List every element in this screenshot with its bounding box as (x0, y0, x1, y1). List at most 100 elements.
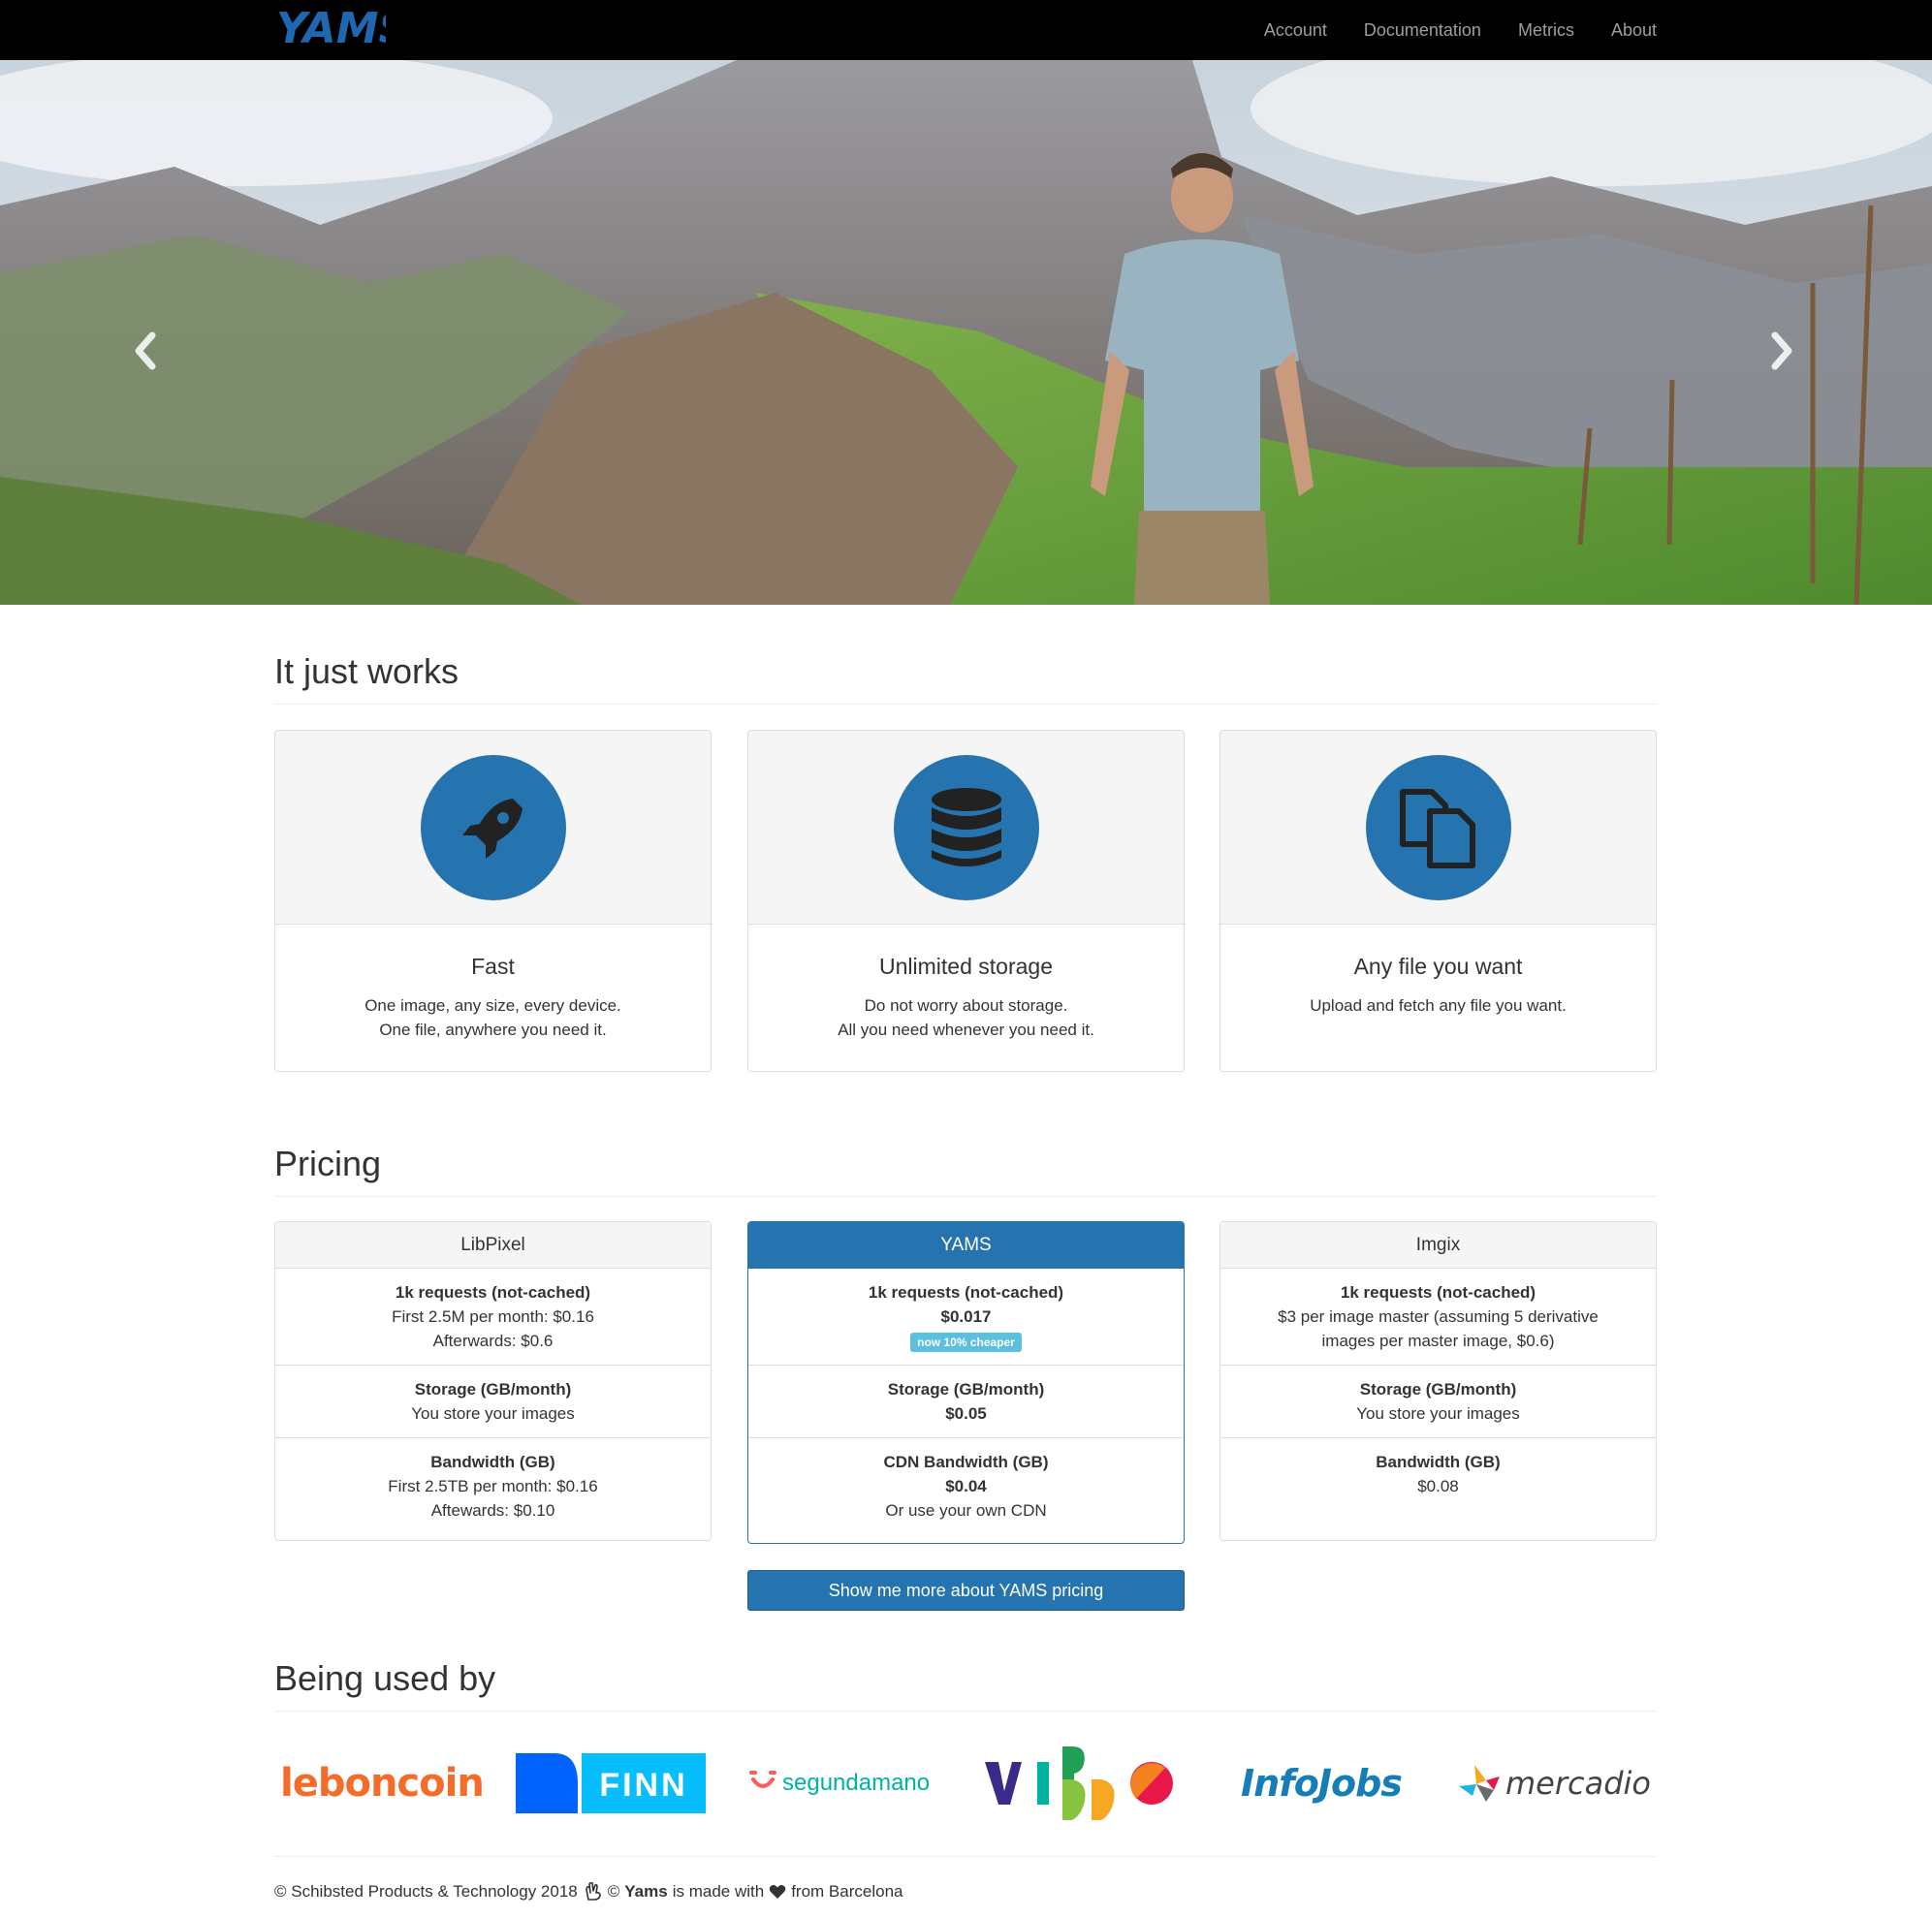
requests-label: 1k requests (not-cached) (868, 1283, 1064, 1302)
bandwidth-label: CDN Bandwidth (GB) (883, 1453, 1049, 1471)
chevron-left-icon (135, 331, 156, 370)
rocket-icon (461, 798, 523, 859)
feature-line1: Upload and fetch any file you want. (1310, 996, 1567, 1015)
pricing-card-title: LibPixel (275, 1222, 711, 1269)
storage-label: Storage (GB/month) (887, 1380, 1045, 1399)
storage-value: $0.05 (945, 1404, 987, 1423)
carousel-prev-button[interactable] (126, 322, 165, 380)
footer-made-with: is made with (672, 1882, 765, 1901)
footer-brand: Yams (624, 1882, 668, 1901)
feature-icon-area (275, 731, 711, 925)
footer-copyright: © Schibsted Products & Technology 2018 (274, 1882, 578, 1901)
feature-icon-area (1220, 731, 1656, 925)
requests-label: 1k requests (not-cached) (1340, 1283, 1536, 1302)
feature-description: Upload and fetch any file you want. (1220, 993, 1656, 1018)
feature-icon-area (748, 731, 1184, 925)
footer-copyright-symbol: © (607, 1882, 620, 1901)
feature-line2: One file, anywhere you need it. (379, 1021, 607, 1039)
pricing-bandwidth-row: CDN Bandwidth (GB) $0.04 Or use your own… (748, 1438, 1184, 1534)
nav-links: Account Documentation Metrics About (1227, 0, 1657, 60)
pricing-bandwidth-row: Bandwidth (GB) First 2.5TB per month: $0… (275, 1438, 711, 1534)
hero-carousel (0, 60, 1932, 605)
client-logos: leboncoin FINN segundamano InfoJobs merc… (274, 1745, 1656, 1822)
feature-line1: Do not worry about storage. (864, 996, 1068, 1015)
requests-label: 1k requests (not-cached) (395, 1283, 591, 1302)
requests-line2: Afterwards: $0.6 (432, 1332, 554, 1350)
discount-badge: now 10% cheaper (910, 1333, 1022, 1352)
bandwidth-note: Or use your own CDN (885, 1501, 1047, 1520)
feature-title: Any file you want (1353, 954, 1523, 979)
storage-value: You store your images (1356, 1404, 1520, 1423)
storage-value: You store your images (411, 1404, 575, 1423)
feature-icon-circle (1365, 754, 1511, 900)
footer-divider (274, 1856, 1656, 1857)
nav-account-link[interactable]: Account (1264, 20, 1327, 41)
chevron-right-icon (1771, 331, 1792, 370)
feature-title: Unlimited storage (879, 954, 1053, 979)
segundamano-logo-mark: segundamano (749, 1770, 930, 1796)
pricing-card-title: Imgix (1220, 1222, 1656, 1269)
bandwidth-line1: First 2.5TB per month: $0.16 (388, 1477, 598, 1495)
bandwidth-line2: Aftewards: $0.10 (430, 1501, 555, 1520)
brand-logo[interactable]: YAMS (274, 0, 409, 56)
pricing-storage-row: Storage (GB/month) $0.05 (748, 1366, 1184, 1438)
heart-icon (769, 1885, 786, 1899)
segundamano-logo-text: segundamano (782, 1770, 930, 1796)
nav-documentation-link[interactable]: Documentation (1364, 20, 1481, 41)
requests-line1: First 2.5M per month: $0.16 (392, 1307, 594, 1326)
feature-card-files: Any file you want Upload and fetch any f… (1219, 730, 1657, 1072)
storage-label: Storage (GB/month) (414, 1380, 572, 1399)
feature-icon-circle (893, 754, 1039, 900)
pricing-card-libpixel: LibPixel 1k requests (not-cached) First … (274, 1221, 712, 1541)
feature-title: Fast (471, 954, 515, 979)
finn-logo[interactable]: FINN (516, 1745, 706, 1822)
vibbo-logo-mark (985, 1746, 1173, 1820)
pricing-card-title: YAMS (748, 1222, 1184, 1269)
finn-logo-text: FINN (599, 1767, 687, 1804)
feature-description: One image, any size, every device. One f… (275, 993, 711, 1042)
pricing-bandwidth-row: Bandwidth (GB) $0.08 (1220, 1438, 1656, 1510)
hand-peace-icon (585, 1882, 601, 1901)
leboncoin-logo[interactable]: leboncoin (280, 1745, 485, 1822)
pricing-requests-row: 1k requests (not-cached) $0.017 now 10% … (748, 1269, 1184, 1366)
more-pricing-button[interactable]: Show me more about YAMS pricing (747, 1570, 1185, 1611)
infojobs-logo[interactable]: InfoJobs (1241, 1745, 1406, 1822)
bandwidth-label: Bandwidth (GB) (430, 1453, 555, 1471)
leboncoin-logo-text: leboncoin (280, 1761, 485, 1806)
feature-line1: One image, any size, every device. (364, 996, 621, 1015)
features-title: It just works (274, 651, 1656, 705)
feature-card-fast: Fast One image, any size, every device. … (274, 730, 712, 1072)
requests-line2: images per master image, $0.6) (1321, 1332, 1555, 1350)
nav-about-link[interactable]: About (1611, 20, 1657, 41)
feature-line2: All you need whenever you need it. (838, 1021, 1094, 1039)
feature-icon-circle (420, 754, 566, 900)
pricing-requests-row: 1k requests (not-cached) First 2.5M per … (275, 1269, 711, 1366)
mercadio-logo[interactable]: mercadio (1457, 1745, 1656, 1822)
pricing-storage-row: Storage (GB/month) You store your images (275, 1366, 711, 1438)
storage-label: Storage (GB/month) (1359, 1380, 1517, 1399)
infojobs-logo-text: InfoJobs (1241, 1762, 1403, 1805)
brand-text: YAMS (276, 4, 386, 53)
hero-image (0, 60, 1932, 605)
used-by-title: Being used by (274, 1658, 1656, 1712)
requests-value: $0.017 (940, 1307, 992, 1326)
pricing-requests-row: 1k requests (not-cached) $3 per image ma… (1220, 1269, 1656, 1366)
copy-files-icon (1399, 788, 1475, 868)
pricing-card-yams: YAMS 1k requests (not-cached) $0.017 now… (747, 1221, 1185, 1544)
vibbo-logo[interactable] (983, 1745, 1187, 1822)
footer-from: from Barcelona (791, 1882, 903, 1901)
bandwidth-label: Bandwidth (GB) (1376, 1453, 1501, 1471)
mercadio-logo-text: mercadio (1505, 1765, 1651, 1802)
mercadio-logo-mark: mercadio (1459, 1765, 1651, 1802)
feature-card-storage: Unlimited storage Do not worry about sto… (747, 730, 1185, 1072)
nav-metrics-link[interactable]: Metrics (1518, 20, 1574, 41)
navbar: YAMS Account Documentation Metrics About (0, 0, 1932, 60)
pricing-card-imgix: Imgix 1k requests (not-cached) $3 per im… (1219, 1221, 1657, 1541)
bandwidth-value: $0.08 (1417, 1477, 1459, 1495)
finn-logo-mark: FINN (516, 1753, 706, 1813)
pricing-title: Pricing (274, 1144, 1656, 1197)
requests-line1: $3 per image master (assuming 5 derivati… (1278, 1307, 1599, 1326)
carousel-next-button[interactable] (1762, 322, 1801, 380)
footer: © Schibsted Products & Technology 2018 ©… (274, 1882, 903, 1902)
segundamano-logo[interactable]: segundamano (747, 1745, 951, 1822)
